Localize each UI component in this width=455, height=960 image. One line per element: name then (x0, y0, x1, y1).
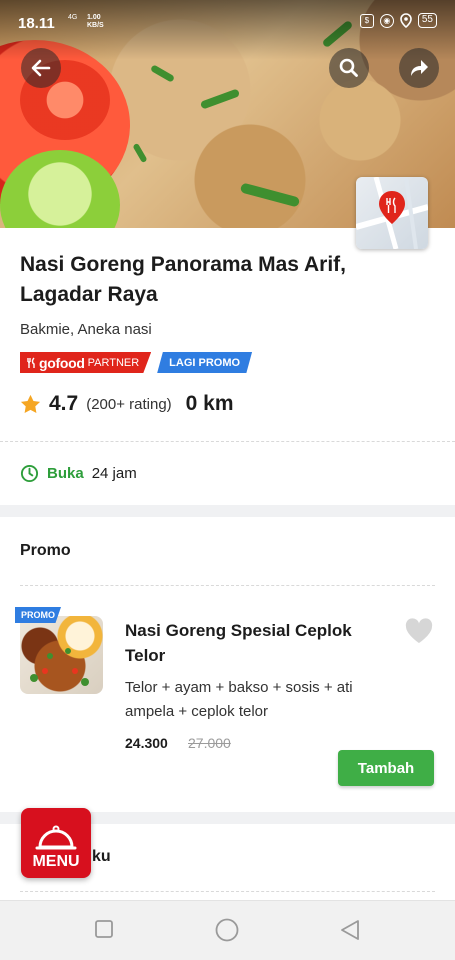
network-speed: 1.00 KB/S (87, 14, 104, 29)
rating-value: 4.7 (49, 392, 79, 415)
fork-knife-icon (27, 357, 35, 368)
promo-badge: LAGI PROMO (157, 352, 253, 373)
search-button[interactable] (329, 48, 369, 88)
food-cloche-icon (35, 825, 77, 850)
promo-ribbon: PROMO (15, 607, 61, 623)
clock-icon (20, 464, 39, 483)
menu-button[interactable]: MENU (21, 808, 91, 878)
home-button[interactable] (215, 918, 239, 942)
location-icon (400, 13, 412, 28)
section-separator (0, 505, 455, 517)
divider (20, 585, 435, 586)
status-bar: 18.11 4G 1.00 KB/S $ ◉ 55 (0, 0, 455, 44)
recent-apps-button[interactable] (94, 919, 114, 939)
battery-indicator: 55 (417, 13, 437, 28)
open-status: Buka (47, 465, 84, 482)
lock-icon: ◉ (379, 13, 394, 28)
open-hours: 24 jam (91, 465, 137, 482)
rating-count: (200+ rating) (86, 395, 172, 413)
divider (0, 441, 455, 442)
menu-button-label: MENU (32, 853, 80, 870)
share-button[interactable] (399, 48, 439, 88)
opening-hours: Buka 24 jam (20, 464, 137, 483)
back-button[interactable] (21, 48, 61, 88)
map-thumbnail[interactable] (356, 177, 428, 249)
star-icon (20, 394, 41, 414)
rating-row[interactable]: 4.7 (200+ rating) 0 km (20, 392, 234, 416)
search-icon (339, 58, 358, 77)
restaurant-cuisines: Bakmie, Aneka nasi (20, 321, 152, 338)
distance: 0 km (185, 392, 234, 415)
heart-icon[interactable] (405, 618, 433, 644)
next-section-title: ku (92, 848, 111, 865)
share-icon (411, 60, 428, 76)
badge-row: gofood PARTNER LAGI PROMO (20, 352, 253, 373)
back-nav-button[interactable] (340, 919, 360, 941)
map-pin-icon (356, 177, 428, 249)
system-navigation-bar (0, 900, 455, 960)
shield-icon: $ (359, 13, 374, 28)
menu-item-description: Telor + ayam + bakso + sosis + ati ampel… (125, 679, 353, 720)
arrow-left-icon (31, 59, 51, 77)
divider (20, 891, 435, 892)
gofood-partner-badge: gofood PARTNER (20, 352, 152, 373)
status-time: 18.11 (18, 15, 55, 32)
restaurant-name: Nasi Goreng Panorama Mas Arif, Lagadar R… (20, 253, 346, 306)
add-to-cart-button[interactable]: Tambah (338, 750, 434, 786)
promo-section-title: Promo (20, 542, 71, 559)
menu-item-original-price: 27.000 (188, 735, 231, 751)
menu-item-image (20, 616, 103, 694)
menu-item-name: Nasi Goreng Spesial Ceplok Telor (125, 621, 352, 665)
menu-item-price: 24.300 (125, 735, 168, 751)
network-indicator: 4G (68, 14, 78, 21)
